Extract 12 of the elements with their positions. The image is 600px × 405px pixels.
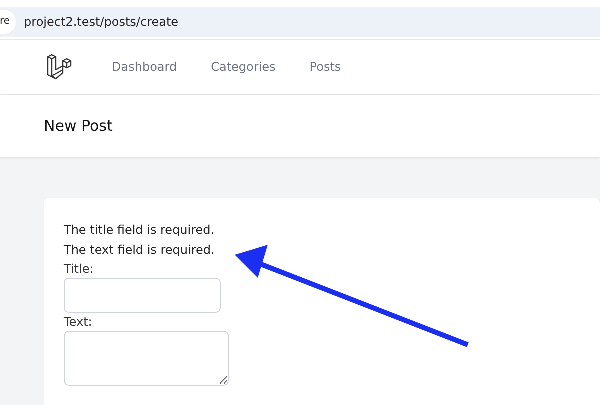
- field-label: Text:: [64, 314, 94, 331]
- browser-badge[interactable]: re: [0, 10, 16, 34]
- nav-link[interactable]: Posts: [310, 60, 342, 74]
- text-area[interactable]: [64, 331, 229, 386]
- field-label: Title:: [64, 261, 95, 278]
- error-message: The text field is required.: [64, 242, 216, 259]
- url-text[interactable]: project2.test/posts/create: [24, 14, 179, 28]
- page-title: New Post: [44, 117, 113, 135]
- input-field[interactable]: [64, 278, 221, 313]
- nav-link[interactable]: Dashboard: [112, 60, 178, 74]
- nav-link[interactable]: Categories: [211, 60, 276, 74]
- error-message: The title field is required.: [64, 222, 216, 239]
